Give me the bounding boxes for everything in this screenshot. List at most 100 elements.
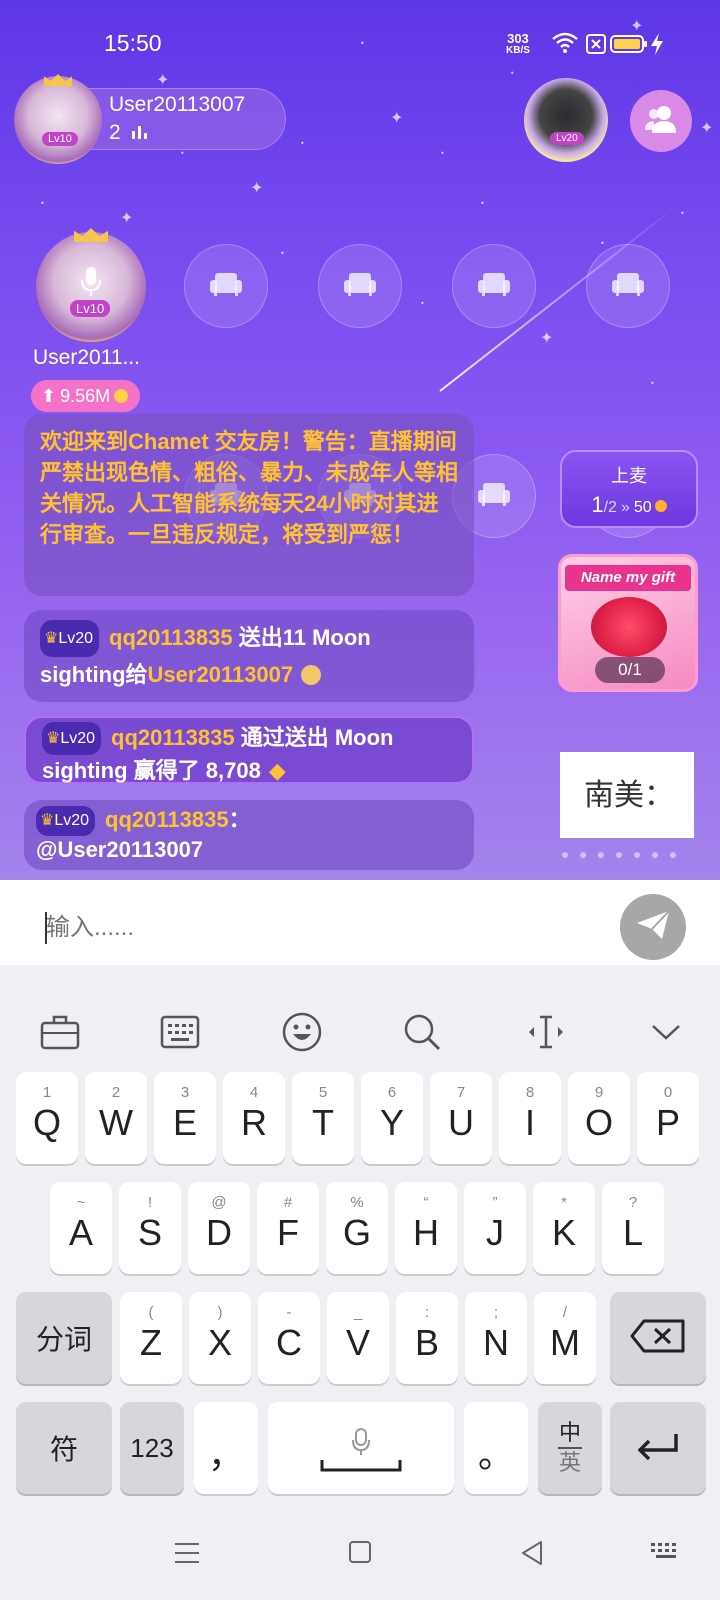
key-g[interactable]: % G: [326, 1182, 388, 1274]
page-dot: [634, 852, 640, 858]
backspace-key[interactable]: [610, 1292, 706, 1384]
language-switch-key[interactable]: 中 英: [538, 1402, 602, 1494]
key-z[interactable]: (Z: [120, 1292, 182, 1384]
key-y[interactable]: 6Y: [361, 1072, 423, 1164]
diamond-icon: ◆: [268, 758, 286, 783]
key-e[interactable]: 3E: [154, 1072, 216, 1164]
mic-request-button[interactable]: 上麦 1 /2 » 50: [560, 450, 698, 528]
user-level: Lv20: [54, 812, 90, 829]
key-hint: (: [148, 1304, 154, 1321]
key-hint: 0: [663, 1084, 673, 1101]
period-key[interactable]: 。: [464, 1402, 528, 1494]
recipient-name[interactable]: User20113007: [148, 662, 294, 687]
key-hint: ;: [493, 1304, 499, 1321]
user-level: Lv20: [58, 630, 94, 647]
enter-icon: [636, 1432, 680, 1465]
key-n[interactable]: ; N: [465, 1292, 527, 1384]
back-icon[interactable]: [520, 1540, 544, 1570]
keyboard-switch-icon[interactable]: [650, 1542, 682, 1568]
key-o[interactable]: 9O: [568, 1072, 630, 1164]
enter-key[interactable]: [610, 1402, 706, 1494]
coin-icon: [114, 389, 129, 403]
key-hint: 2: [111, 1084, 121, 1101]
key-p[interactable]: 0P: [637, 1072, 699, 1164]
top-contributor-avatar[interactable]: Lv20: [524, 78, 608, 162]
key-x[interactable]: ) X: [189, 1292, 251, 1384]
key-a[interactable]: ~ A: [50, 1182, 112, 1274]
star: •: [280, 249, 285, 258]
key-label: P: [655, 1102, 680, 1143]
toolbox-icon[interactable]: [38, 1010, 82, 1054]
key-hint: /: [562, 1304, 568, 1321]
segment-key[interactable]: 分词: [16, 1292, 112, 1384]
key-t[interactable]: 5T: [292, 1072, 354, 1164]
send-button[interactable]: [620, 894, 686, 960]
search-icon[interactable]: [400, 1010, 444, 1054]
key-q[interactable]: 1Q: [16, 1072, 78, 1164]
key-c[interactable]: -C: [258, 1292, 320, 1384]
page-dot: [670, 852, 676, 858]
key-hint: 1: [42, 1084, 52, 1101]
symbols-key[interactable]: 符: [16, 1402, 112, 1494]
message-input[interactable]: [46, 904, 606, 952]
ad-banner[interactable]: 南美：: [560, 752, 694, 838]
sender-name[interactable]: qq20113835: [111, 725, 235, 750]
key-hint: :: [424, 1304, 430, 1321]
cursor-icon[interactable]: [524, 1010, 568, 1054]
key-b[interactable]: :B: [396, 1292, 458, 1384]
gift-banner[interactable]: Name my gift 0/1: [558, 554, 698, 692]
key-l[interactable]: ? L: [602, 1182, 664, 1274]
key-w[interactable]: 2W: [85, 1072, 147, 1164]
empty-seat[interactable]: [184, 244, 268, 328]
seat-score: 9.56M: [60, 385, 111, 406]
navigation-bar: [0, 1500, 720, 1600]
key-label: S: [137, 1212, 162, 1253]
key-r[interactable]: 4R: [223, 1072, 285, 1164]
keyboard-toolbar: [0, 965, 720, 1065]
space-key[interactable]: [268, 1402, 454, 1494]
sofa-icon: [209, 271, 243, 301]
numbers-key[interactable]: 123: [120, 1402, 184, 1494]
key-label: R: [241, 1102, 267, 1143]
key-v[interactable]: _ V: [327, 1292, 389, 1384]
crown-icon: [44, 74, 72, 86]
sofa-icon: [343, 271, 377, 301]
key-j[interactable]: ” J: [464, 1182, 526, 1274]
users-button[interactable]: [630, 90, 692, 152]
wifi-icon: [552, 32, 578, 58]
key-h[interactable]: “H: [395, 1182, 457, 1274]
key-label: X: [207, 1322, 232, 1363]
win-message: ♛Lv20 qq20113835 通过送出 Moon sighting 赢得了 8…: [24, 716, 474, 784]
home-icon[interactable]: [348, 1540, 372, 1568]
charging-icon: [650, 32, 664, 60]
key-d[interactable]: @ D: [188, 1182, 250, 1274]
empty-seat[interactable]: [318, 244, 402, 328]
host-avatar[interactable]: Lv10: [14, 74, 102, 164]
net-speed: 303 KB/S: [506, 32, 530, 56]
occupied-seat-avatar[interactable]: Lv10: [36, 228, 146, 342]
key-label: C: [276, 1322, 302, 1363]
emoji-icon[interactable]: [280, 1010, 324, 1054]
key-label: F: [277, 1212, 299, 1253]
menu-icon[interactable]: [174, 1542, 200, 1568]
key-hint: %: [350, 1194, 364, 1211]
key-k[interactable]: * K: [533, 1182, 595, 1274]
key-hint: *: [561, 1194, 567, 1211]
collapse-icon[interactable]: [644, 1010, 688, 1054]
comma-key[interactable]: ，: [194, 1402, 258, 1494]
sender-name[interactable]: qq20113835: [105, 807, 229, 832]
battery-icon: [610, 34, 648, 58]
symbols-key-label: 符: [49, 1434, 78, 1465]
empty-seat[interactable]: [586, 244, 670, 328]
key-s[interactable]: ! S: [119, 1182, 181, 1274]
key-label: N: [483, 1322, 509, 1363]
key-i[interactable]: 8I: [499, 1072, 561, 1164]
key-m[interactable]: / M: [534, 1292, 596, 1384]
host-name: User20113007: [109, 93, 246, 116]
empty-seat[interactable]: [452, 244, 536, 328]
keyboard-icon[interactable]: [158, 1010, 202, 1054]
key-u[interactable]: 7U: [430, 1072, 492, 1164]
sender-name[interactable]: qq20113835: [109, 625, 233, 650]
key-f[interactable]: # F: [257, 1182, 319, 1274]
net-speed-unit: KB/S: [506, 45, 530, 56]
